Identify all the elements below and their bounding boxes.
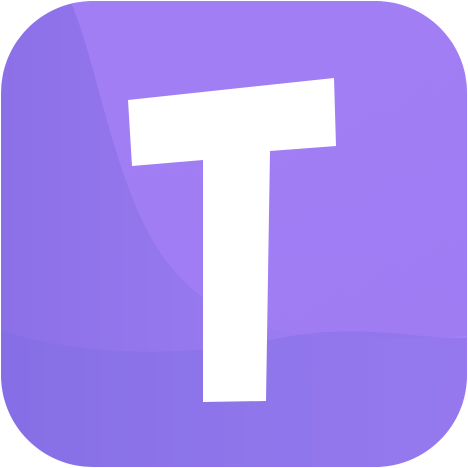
app-icon-container: T <box>0 0 468 468</box>
app-icon[interactable]: T <box>0 0 468 468</box>
